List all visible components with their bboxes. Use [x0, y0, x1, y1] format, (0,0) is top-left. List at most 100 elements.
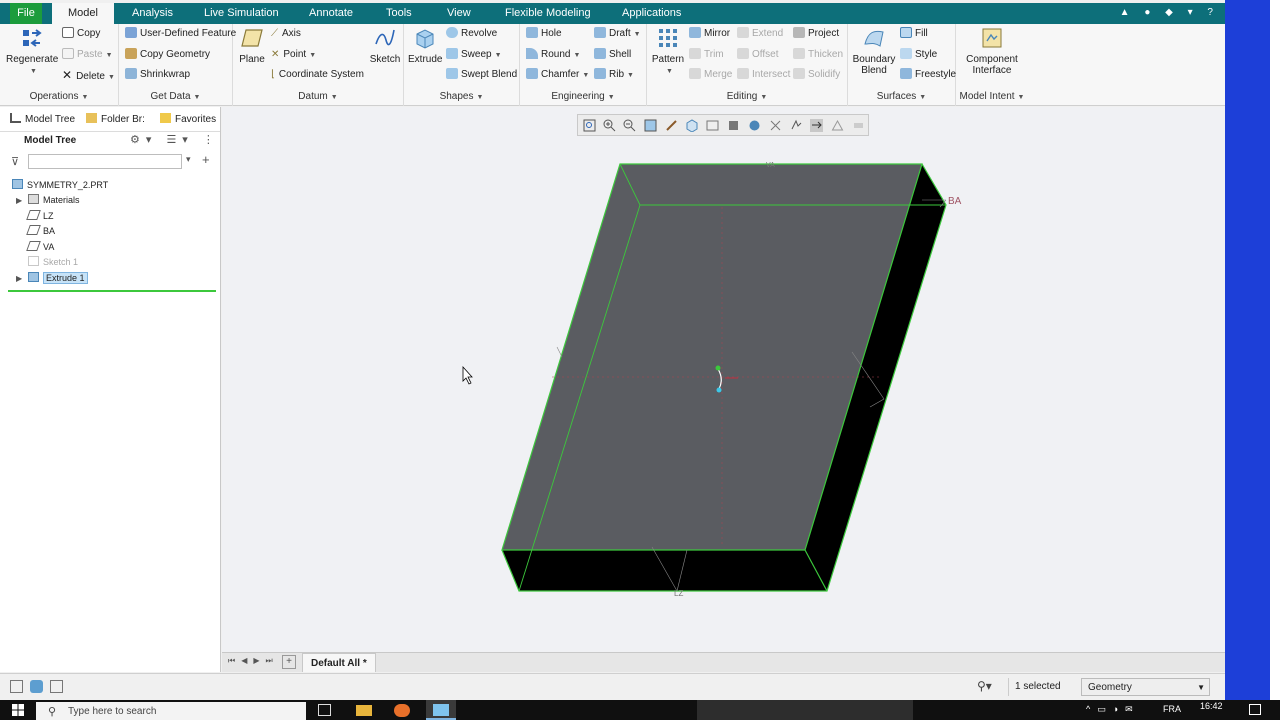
surfaces-label[interactable]: Surfaces ▼ — [848, 91, 955, 102]
tab-annotate[interactable]: Annotate — [303, 3, 359, 24]
extend-button[interactable]: Extend — [737, 27, 783, 41]
engineering-label[interactable]: Engineering ▼ — [520, 91, 646, 102]
hole-button[interactable]: Hole — [526, 27, 562, 41]
plane-label-lz[interactable]: LZ — [674, 589, 683, 598]
boundary-blend-button[interactable]: Boundary Blend — [850, 26, 898, 76]
regenerate-button[interactable]: Regenerate ▼ — [6, 26, 58, 76]
revolve-button[interactable]: Revolve — [446, 27, 497, 41]
tab-live-simulation[interactable]: Live Simulation — [198, 3, 285, 24]
shrinkwrap-button[interactable]: Shrinkwrap — [125, 68, 190, 82]
model-intent-label[interactable]: Model Intent ▼ — [956, 91, 1028, 102]
datum-display-icon[interactable] — [769, 119, 782, 132]
offset-button[interactable]: Offset — [737, 48, 779, 62]
taskbar-search-box[interactable]: ⚲ Type here to search — [36, 702, 306, 720]
get-data-label[interactable]: Get Data ▼ — [119, 91, 232, 102]
zoom-out-icon[interactable] — [623, 119, 636, 132]
expand-materials-icon[interactable]: ▶ — [16, 196, 22, 205]
tab-applications[interactable]: Applications — [616, 3, 687, 24]
tab-file[interactable]: File — [10, 3, 42, 24]
datum-label[interactable]: Datum ▼ — [233, 91, 403, 102]
spin-center-icon[interactable] — [810, 119, 823, 132]
search-input[interactable] — [28, 154, 182, 169]
shell-button[interactable]: Shell — [594, 48, 631, 62]
sketch-button[interactable]: Sketch — [369, 26, 401, 65]
freestyle-button[interactable]: Freestyle — [900, 68, 956, 82]
perspective-icon[interactable] — [727, 119, 740, 132]
tab-favorites[interactable]: Favorites — [160, 111, 216, 129]
style-button[interactable]: Style — [900, 48, 937, 62]
merge-button[interactable]: Merge — [689, 68, 732, 82]
annotation-display-icon[interactable] — [790, 119, 803, 132]
repaint-icon[interactable] — [644, 119, 657, 132]
chamfer-button[interactable]: Chamfer ▼ — [526, 68, 589, 82]
view-manager-icon[interactable] — [706, 119, 719, 132]
tree-item-va[interactable]: VA — [26, 240, 54, 254]
swept-blend-button[interactable]: Swept Blend — [446, 68, 517, 82]
tab-analysis[interactable]: Analysis — [126, 3, 179, 24]
firefox-icon[interactable] — [394, 704, 410, 717]
tab-model-tree[interactable]: Model Tree — [10, 111, 75, 129]
add-icon[interactable]: + — [202, 152, 210, 167]
tab-flexible-modeling[interactable]: Flexible Modeling — [499, 3, 597, 24]
file-explorer-icon[interactable] — [356, 705, 372, 716]
system-tray-icons[interactable]: ^▭◑✉ — [1086, 704, 1140, 715]
filter-icon[interactable]: ⊽ — [11, 155, 19, 168]
display-style-icon[interactable] — [748, 119, 761, 132]
coordinate-system-button[interactable]: ⌊ Coordinate System — [271, 68, 364, 82]
tree-item-sketch[interactable]: Sketch 1 — [28, 255, 78, 269]
browser-toggle-icon[interactable] — [30, 680, 43, 693]
fill-button[interactable]: Fill — [900, 27, 928, 41]
notifications-icon[interactable] — [1249, 704, 1261, 715]
axis-button[interactable]: ⟋ Axis — [271, 27, 301, 41]
copy-geometry-button[interactable]: Copy Geometry — [125, 48, 210, 62]
tree-settings-icon[interactable]: ⚙▾ ☰▾ ⋮ — [130, 133, 220, 146]
windows-start-icon[interactable] — [12, 704, 24, 716]
graphics-area[interactable]: BA LZ VA — [222, 107, 1225, 652]
search-dropdown-icon[interactable]: ▾ — [186, 154, 191, 165]
full-screen-icon[interactable] — [50, 680, 63, 693]
language-indicator[interactable]: FRA — [1163, 704, 1181, 714]
tab-model[interactable]: Model — [52, 3, 114, 24]
editing-label[interactable]: Editing ▼ — [647, 91, 847, 102]
shapes-label[interactable]: Shapes ▼ — [404, 91, 519, 102]
rib-button[interactable]: Rib ▼ — [594, 68, 634, 82]
saved-orientations-icon[interactable] — [685, 119, 698, 132]
insert-indicator[interactable] — [8, 290, 216, 292]
project-button[interactable]: Project — [793, 27, 839, 41]
task-view-icon[interactable] — [318, 704, 331, 716]
new-view-tab-button[interactable]: + — [282, 655, 296, 669]
sweep-button[interactable]: Sweep ▼ — [446, 48, 502, 62]
extrude-button[interactable]: Extrude — [408, 26, 442, 65]
selection-filter-dropdown[interactable]: Geometry ▼ — [1081, 678, 1210, 696]
component-interface-button[interactable]: Component Interface — [960, 26, 1024, 76]
find-icon[interactable]: ⚲▾ — [977, 679, 992, 693]
point-button[interactable]: ✕ Point ▼ — [271, 48, 316, 62]
tree-item-lz[interactable]: LZ — [26, 209, 54, 223]
round-button[interactable]: Round ▼ — [526, 48, 580, 62]
tab-navigation-arrows[interactable]: ⏮◀▶⏭ — [228, 656, 279, 666]
creo-taskbar-button[interactable] — [426, 700, 456, 720]
reorient-icon[interactable] — [665, 119, 678, 132]
clock[interactable]: 16:42 — [1200, 701, 1223, 711]
tab-tools[interactable]: Tools — [380, 3, 418, 24]
view-tab-default-all[interactable]: Default All * — [302, 653, 376, 672]
zoom-in-icon[interactable] — [603, 119, 616, 132]
plane-label-va[interactable]: VA — [766, 162, 775, 169]
thicken-button[interactable]: Thicken — [793, 48, 843, 62]
navigator-toggle-icon[interactable] — [10, 680, 23, 693]
paste-button[interactable]: Paste ▼ — [62, 48, 113, 62]
pattern-button[interactable]: Pattern ▼ — [651, 26, 685, 76]
tree-item-ba[interactable]: BA — [26, 224, 55, 238]
plane-button[interactable]: Plane — [237, 26, 267, 65]
intersect-button[interactable]: Intersect — [737, 68, 790, 82]
user-defined-feature-button[interactable]: User-Defined Feature — [125, 27, 236, 41]
more-view-icon[interactable] — [852, 119, 865, 132]
tree-item-part[interactable]: SYMMETRY_2.PRT — [12, 178, 108, 192]
delete-button[interactable]: ✕ Delete ▼ — [62, 68, 115, 82]
expand-extrude-icon[interactable]: ▶ — [16, 274, 22, 283]
plane-label-ba[interactable]: BA — [948, 196, 962, 207]
tab-view[interactable]: View — [441, 3, 477, 24]
trim-button[interactable]: Trim — [689, 48, 724, 62]
refit-icon[interactable] — [583, 119, 596, 132]
copy-button[interactable]: Copy — [62, 27, 100, 41]
